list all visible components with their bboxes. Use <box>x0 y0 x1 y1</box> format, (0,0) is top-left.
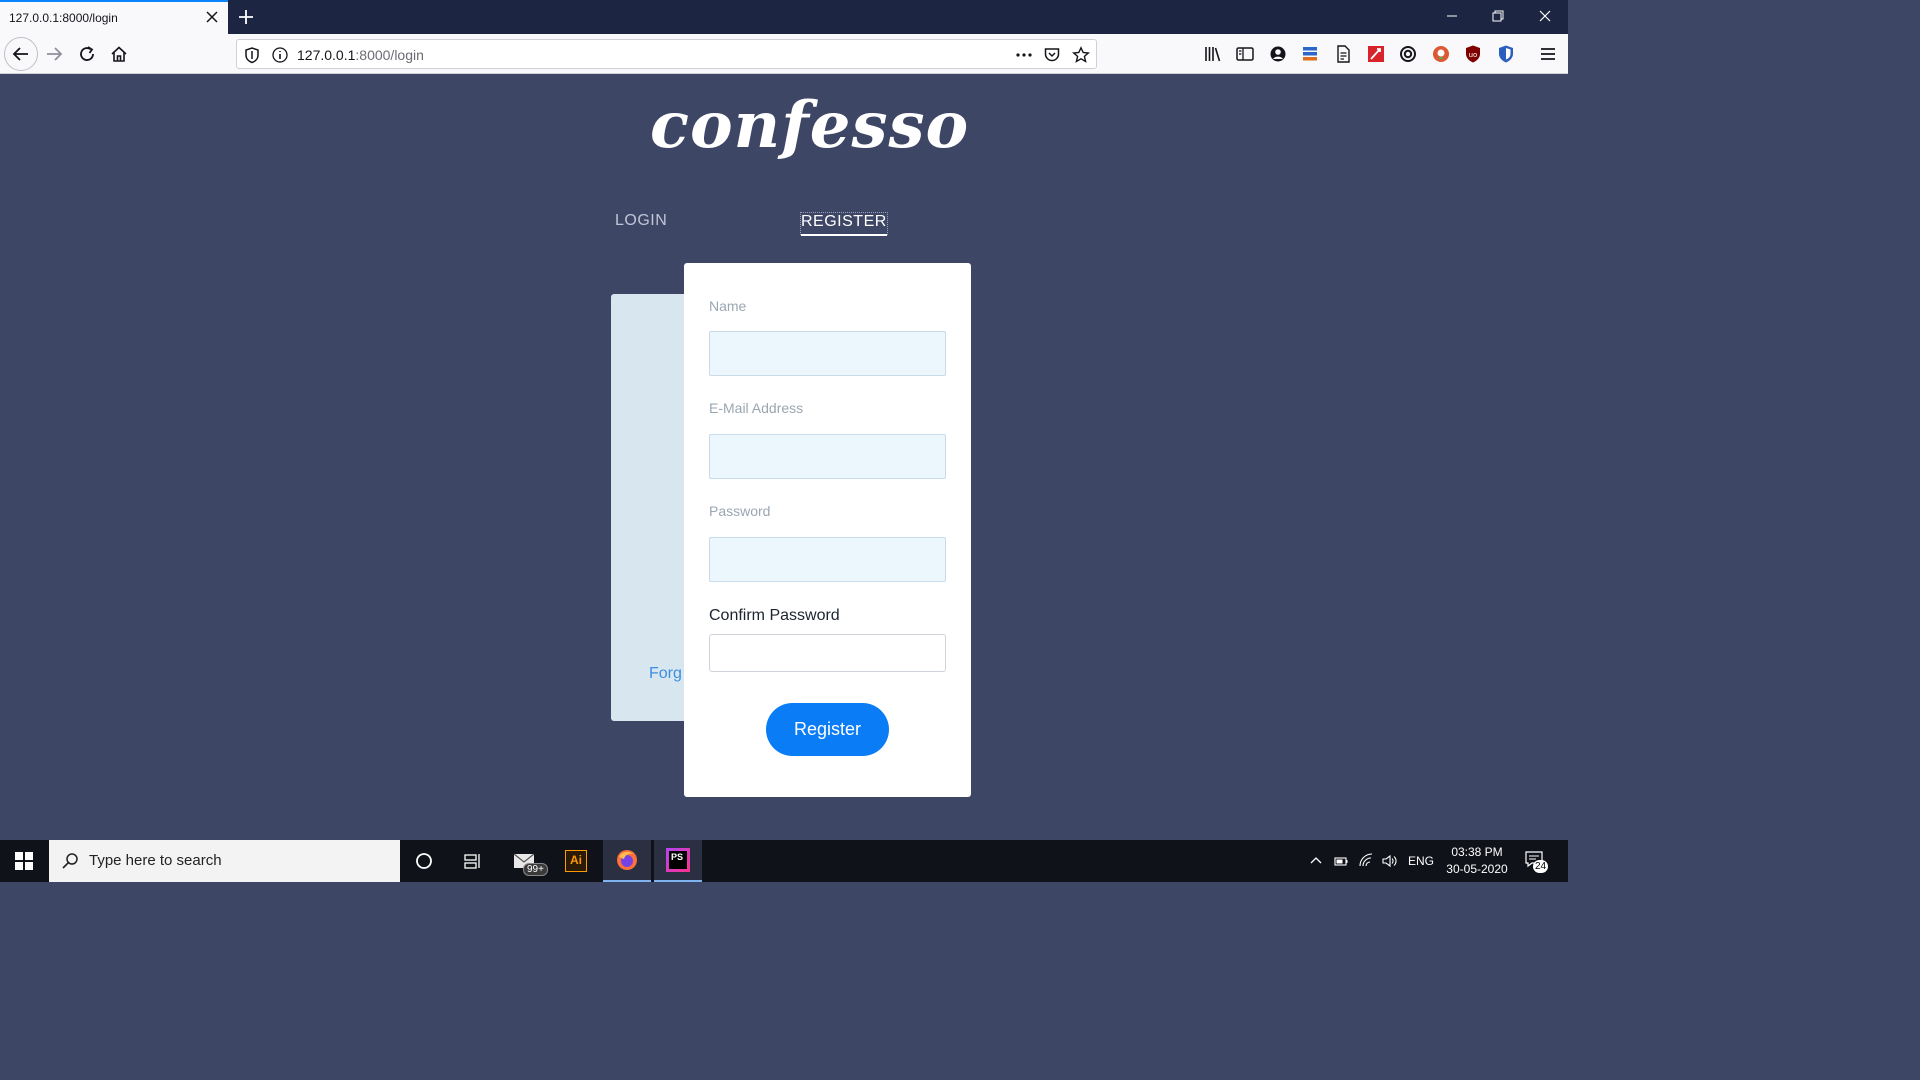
bookmark-star-icon[interactable] <box>1072 46 1090 64</box>
confirm-password-field[interactable] <box>709 634 946 672</box>
action-center-button[interactable]: 24 <box>1524 850 1549 874</box>
phpstorm-label: PS <box>669 851 687 869</box>
confirm-password-label: Confirm Password <box>709 607 840 624</box>
cortana-button[interactable] <box>400 840 448 882</box>
document-extension-icon[interactable] <box>1333 44 1353 64</box>
tab-register[interactable]: REGISTER <box>800 212 888 236</box>
url-bar[interactable]: 127.0.0.1:8000/login <box>236 39 1097 69</box>
logo-text: confesso <box>650 88 970 163</box>
phpstorm-icon: PS <box>666 848 690 872</box>
name-field[interactable] <box>709 331 946 376</box>
home-button[interactable] <box>103 38 135 70</box>
more-actions-icon[interactable] <box>1015 46 1033 64</box>
site-logo: confesso <box>650 88 968 178</box>
clock-time: 03:38 PM <box>1451 845 1503 859</box>
close-tab-icon[interactable] <box>204 9 220 25</box>
mail-app-button[interactable]: 99+ <box>502 840 550 882</box>
start-button[interactable] <box>0 840 48 882</box>
phpstorm-button[interactable]: PS <box>654 840 702 882</box>
windows-taskbar: Type here to search 99+ Ai PS ENG 03:38 … <box>0 840 1568 882</box>
search-icon <box>62 853 78 869</box>
menu-icon[interactable] <box>1538 44 1558 64</box>
url-text: 127.0.0.1:8000/login <box>297 47 424 63</box>
language-indicator[interactable]: ENG <box>1408 854 1434 868</box>
sidebar-icon[interactable] <box>1235 44 1255 64</box>
illustrator-icon: Ai <box>565 850 587 872</box>
svg-text:uo: uo <box>1469 51 1478 59</box>
shield-icon[interactable] <box>243 46 261 64</box>
url-host: 127.0.0.1 <box>297 47 356 63</box>
reload-button[interactable] <box>71 38 103 70</box>
name-label: Name <box>709 298 747 314</box>
browser-toolbar: 127.0.0.1:8000/login uo <box>0 34 1568 74</box>
restore-icon[interactable] <box>1490 8 1506 24</box>
browser-tab[interactable]: 127.0.0.1:8000/login <box>0 0 228 34</box>
task-view-icon <box>464 854 480 869</box>
tab-login[interactable]: LOGIN <box>615 212 667 230</box>
illustrator-button[interactable]: Ai <box>552 840 600 882</box>
cortana-icon <box>416 853 432 869</box>
account-icon[interactable] <box>1268 44 1288 64</box>
task-view-button[interactable] <box>449 840 497 882</box>
firefox-icon <box>617 850 637 870</box>
forward-button[interactable] <box>38 38 70 70</box>
password-field[interactable] <box>709 537 946 582</box>
privacy-badger-icon[interactable] <box>1496 44 1516 64</box>
url-path: :8000/login <box>355 47 424 63</box>
register-card: Name E-Mail Address Password Confirm Pas… <box>684 263 971 797</box>
ublock-icon[interactable]: uo <box>1463 44 1483 64</box>
email-label: E-Mail Address <box>709 400 804 416</box>
new-tab-icon[interactable] <box>236 7 256 27</box>
red-extension-icon[interactable] <box>1366 44 1386 64</box>
windows-logo-icon <box>15 852 33 870</box>
home-icon <box>111 46 127 62</box>
taskbar-search-box[interactable]: Type here to search <box>49 840 400 882</box>
firefox-button[interactable] <box>603 840 651 882</box>
register-button[interactable]: Register <box>766 703 889 756</box>
close-window-icon[interactable] <box>1537 8 1553 24</box>
mail-badge: 99+ <box>523 863 548 876</box>
wifi-icon[interactable] <box>1358 853 1374 869</box>
minimize-icon[interactable] <box>1444 8 1460 24</box>
info-icon[interactable] <box>271 46 289 64</box>
duckduckgo-icon[interactable] <box>1431 44 1451 64</box>
back-button[interactable] <box>4 37 38 71</box>
tab-title: 127.0.0.1:8000/login <box>9 11 118 25</box>
reload-icon <box>80 46 94 61</box>
browser-tab-bar: 127.0.0.1:8000/login <box>0 0 1568 34</box>
battery-icon[interactable] <box>1333 853 1349 869</box>
back-arrow-icon <box>12 47 28 61</box>
email-field[interactable] <box>709 434 946 479</box>
password-label: Password <box>709 503 771 519</box>
search-placeholder: Type here to search <box>89 852 222 869</box>
notification-count-badge: 24 <box>1533 860 1549 873</box>
library-icon[interactable] <box>1203 44 1223 64</box>
forgot-password-link[interactable]: Forg <box>649 665 682 683</box>
show-hidden-icons-icon[interactable] <box>1308 853 1324 869</box>
pocket-icon[interactable] <box>1043 46 1061 64</box>
extension-stack-icon[interactable] <box>1300 44 1320 64</box>
link-extension-icon[interactable] <box>1398 44 1418 64</box>
system-clock[interactable]: 03:38 PM 30-05-2020 <box>1440 844 1514 878</box>
clock-date: 30-05-2020 <box>1446 862 1508 876</box>
forward-arrow-icon <box>47 47 63 61</box>
volume-icon[interactable] <box>1381 853 1397 869</box>
